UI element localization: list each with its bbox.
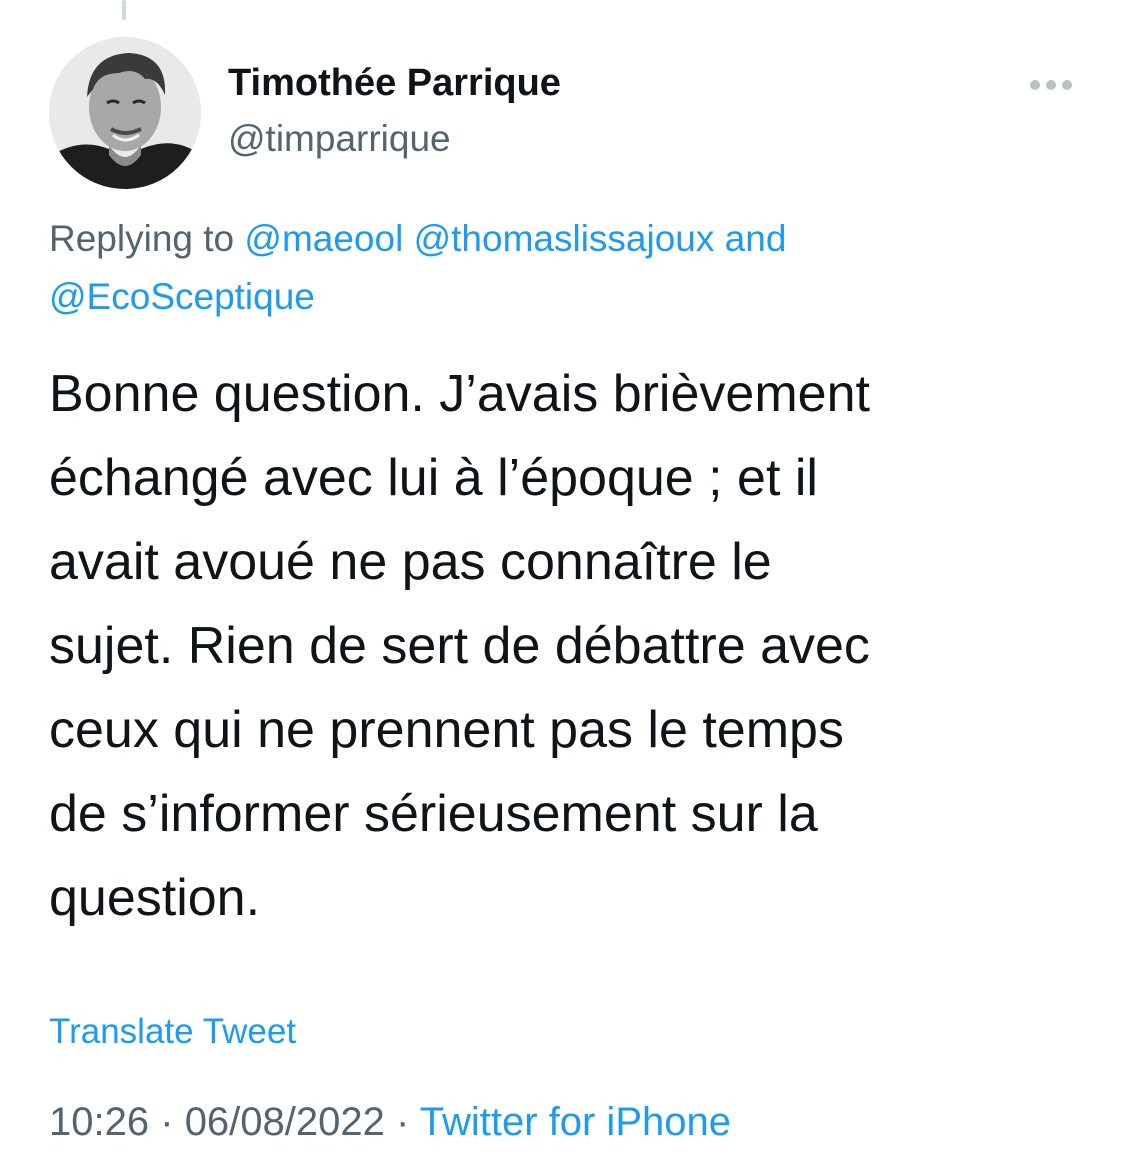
replying-to: Replying to @maeool @thomaslissajoux and… <box>49 210 1079 326</box>
author-handle[interactable]: @timparrique <box>228 118 451 160</box>
tweet-text: Bonne question. J’avais brièvement échan… <box>49 352 1089 940</box>
tweet-text-line: question. <box>49 869 261 927</box>
separator-dot: · <box>396 1100 410 1144</box>
author-display-name[interactable]: Timothée Parrique <box>228 62 561 105</box>
tweet-source-link[interactable]: Twitter for iPhone <box>420 1100 731 1144</box>
translate-tweet-link[interactable]: Translate Tweet <box>49 1012 296 1052</box>
tweet-date[interactable]: 06/08/2022 <box>185 1100 385 1144</box>
avatar-photo <box>49 37 201 189</box>
avatar[interactable] <box>49 37 201 189</box>
mention-link[interactable]: @thomaslissajoux <box>414 218 715 259</box>
mention-link[interactable]: @EcoSceptique <box>49 276 315 317</box>
tweet-text-line: ceux qui ne prennent pas le temps <box>49 701 844 759</box>
tweet-text-line: Bonne question. J’avais brièvement <box>49 365 870 423</box>
tweet-metadata: 10:26 · 06/08/2022 · Twitter for iPhone <box>49 1100 731 1145</box>
tweet-text-line: avait avoué ne pas connaître le <box>49 533 772 591</box>
tweet-time[interactable]: 10:26 <box>49 1100 149 1144</box>
replying-to-conjunction[interactable]: and <box>725 218 787 259</box>
separator-dot: · <box>160 1100 174 1144</box>
thread-connector-line <box>122 0 126 20</box>
replying-to-label: Replying to <box>49 218 235 259</box>
tweet-text-line: sujet. Rien de sert de débattre avec <box>49 617 870 675</box>
tweet-text-line: échangé avec lui à l’époque ; et il <box>49 449 818 507</box>
more-horizontal-icon[interactable] <box>1028 72 1074 98</box>
tweet-text-line: de s’informer sérieusement sur la <box>49 785 818 843</box>
mention-link[interactable]: @maeool <box>244 218 403 259</box>
